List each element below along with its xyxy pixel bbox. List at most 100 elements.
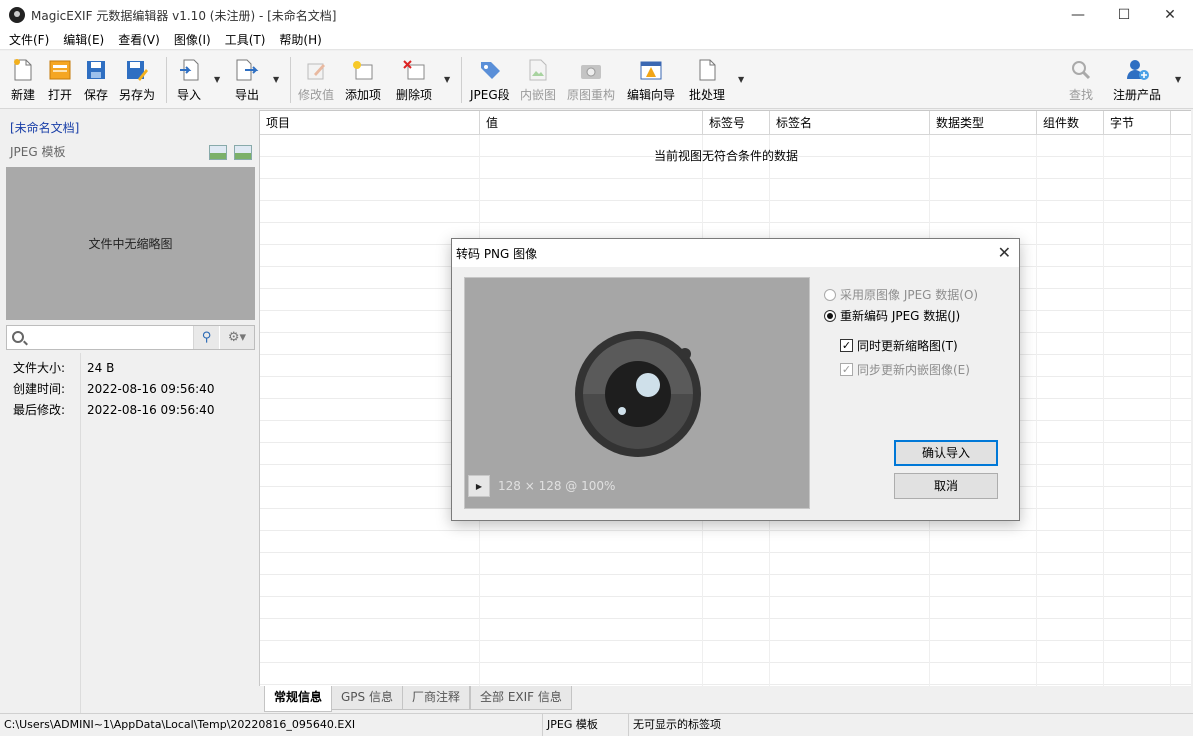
edit-value-button[interactable]: 修改值 [298,57,334,105]
document-title[interactable]: [未命名文档] [10,119,79,136]
open-folder-icon [48,57,72,83]
save-as-button[interactable]: 另存为 [119,57,155,105]
search-box: ⚲ ⚙▾ [6,325,255,350]
no-thumbnail-text: 文件中无缩略图 [88,237,173,251]
play-icon[interactable]: ▶ [468,475,490,497]
status-template: JPEG 模板 [543,714,629,736]
minimize-button[interactable]: — [1055,0,1101,30]
info-value: 2022-08-16 09:56:40 [87,381,215,396]
thumbnail-preview: 文件中无缩略图 [6,167,255,320]
camera-lens-icon [575,331,701,457]
menu-help[interactable]: 帮助(H) [272,31,328,48]
batch-pages-icon [695,57,719,83]
menu-file[interactable]: 文件(F) [2,31,56,48]
file-info-table: 文件大小: 24 B 创建时间: 2022-08-16 09:56:40 最后修… [6,357,255,420]
toolbar-separator [166,57,167,103]
cancel-button[interactable]: 取消 [894,473,998,499]
column-header-bytes[interactable]: 字节 [1104,111,1171,135]
column-header-item[interactable]: 项目 [260,111,480,135]
add-item-button[interactable]: 添加项 [345,57,381,105]
grid-col-line [1170,135,1171,686]
dialog-close-icon[interactable]: ✕ [998,243,1011,262]
checkbox-label: 同时更新缩略图(T) [857,339,958,353]
menu-tools[interactable]: 工具(T) [218,31,273,48]
item-dropdown-icon[interactable]: ▼ [444,75,450,84]
info-value: 2022-08-16 09:56:40 [87,402,215,417]
checkbox-check-icon: ✓ [840,339,853,352]
checkbox-check-icon: ✓ [840,363,853,376]
tag-icon [478,57,502,83]
menu-edit[interactable]: 编辑(E) [56,31,111,48]
import-icon [177,57,201,83]
embedded-image-icon [526,57,550,83]
column-header-value[interactable]: 值 [480,111,703,135]
embedded-image-button[interactable]: 内嵌图 [520,57,556,105]
info-key: 最后修改: [13,403,66,417]
register-button[interactable]: 注册产品 [1113,57,1161,105]
embedded-image-icon[interactable] [234,145,252,160]
export-button[interactable]: 导出 [235,57,259,105]
window-title: MagicEXIF 元数据编辑器 v1.10 (未注册) - [未命名文档] [31,8,337,23]
search-input[interactable] [31,328,191,347]
import-dropdown-icon[interactable]: ▼ [214,75,220,84]
delete-item-icon [402,57,426,83]
delete-item-button[interactable]: 删除项 [396,57,432,105]
column-header-components[interactable]: 组件数 [1037,111,1104,135]
title-bar: MagicEXIF 元数据编辑器 v1.10 (未注册) - [未命名文档] —… [0,0,1193,30]
tab-all-exif[interactable]: 全部 EXIF 信息 [470,686,572,710]
menu-image[interactable]: 图像(I) [167,31,218,48]
column-header-tag-name[interactable]: 标签名 [770,111,930,135]
info-key: 创建时间: [13,382,66,396]
info-row: 创建时间: 2022-08-16 09:56:40 [6,378,255,399]
sync-embedded-checkbox[interactable]: ✓ 同步更新内嵌图像(E) [840,361,970,378]
edit-pencil-icon [304,57,328,83]
view-tabs: 常规信息 GPS 信息 厂商注释 全部 EXIF 信息 [259,686,1193,713]
image-preview: ▶ 128 × 128 @ 100% [464,277,810,509]
info-key: 文件大小: [13,361,66,375]
toolbar-separator [290,57,291,103]
update-thumbnail-checkbox[interactable]: ✓ 同时更新缩略图(T) [840,337,958,354]
checkbox-label: 同步更新内嵌图像(E) [857,363,970,377]
tab-maker-notes[interactable]: 厂商注释 [402,686,471,710]
open-button[interactable]: 打开 [48,57,72,105]
column-header-tag-id[interactable]: 标签号 [703,111,770,135]
column-header-data-type[interactable]: 数据类型 [930,111,1037,135]
import-button[interactable]: 导入 [177,57,201,105]
new-button[interactable]: 新建 [11,57,35,105]
save-as-icon [125,57,149,83]
batch-button[interactable]: 批处理 [689,57,725,105]
preview-dimensions: 128 × 128 @ 100% [498,479,616,493]
register-dropdown-icon[interactable]: ▼ [1175,75,1181,84]
radio-label: 采用原图像 JPEG 数据(O) [840,288,979,302]
grid-col-line [1103,135,1104,686]
status-message: 无可显示的标签项 [633,718,721,731]
info-value: 24 B [87,360,115,375]
tab-general[interactable]: 常规信息 [264,686,333,712]
export-dropdown-icon[interactable]: ▼ [273,75,279,84]
rebuild-original-button[interactable]: 原图重构 [567,57,615,105]
user-add-icon [1125,57,1149,83]
reencode-jpeg-radio[interactable]: 重新编码 JPEG 数据(J) [824,307,960,324]
use-original-jpeg-radio[interactable]: 采用原图像 JPEG 数据(O) [824,286,978,303]
find-person-icon[interactable]: ⚲ [193,326,219,349]
batch-dropdown-icon[interactable]: ▼ [738,75,744,84]
status-file-path: C:\Users\ADMINI~1\AppData\Local\Temp\202… [0,714,543,736]
info-row: 最后修改: 2022-08-16 09:56:40 [6,399,255,420]
gear-dropdown-icon[interactable]: ⚙▾ [220,326,254,349]
empty-grid-message: 当前视图无符合条件的数据 [653,149,798,163]
menu-view[interactable]: 查看(V) [111,31,167,48]
add-item-icon [351,57,375,83]
radio-dot [824,288,836,301]
close-button[interactable]: ✕ [1147,0,1193,30]
confirm-import-button[interactable]: 确认导入 [894,440,998,466]
radio-dot [824,309,836,322]
save-button[interactable]: 保存 [84,57,108,105]
dialog-title-bar: 转码 PNG 图像 ✕ [452,239,1019,267]
radio-label: 重新编码 JPEG 数据(J) [840,309,961,323]
edit-wizard-button[interactable]: 编辑向导 [627,57,675,105]
tab-gps[interactable]: GPS 信息 [331,686,403,710]
thumbnail-image-icon[interactable] [209,145,227,160]
jpeg-segment-button[interactable]: JPEG段 [470,57,510,105]
find-button[interactable]: 查找 [1069,57,1093,105]
maximize-button[interactable]: ☐ [1101,0,1147,30]
